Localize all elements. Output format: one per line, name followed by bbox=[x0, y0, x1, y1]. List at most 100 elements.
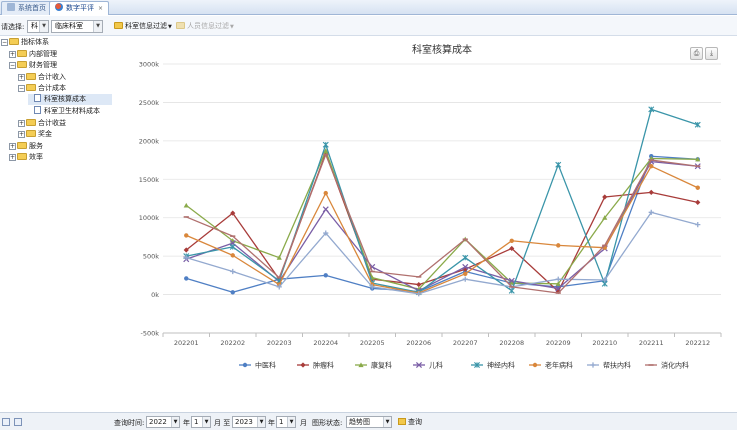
x-tick-label: 202205 bbox=[360, 339, 385, 347]
tree-node-income[interactable]: + 合计收入 bbox=[18, 72, 66, 83]
folder-icon bbox=[17, 153, 27, 160]
legend-marker bbox=[300, 362, 306, 368]
folder-icon bbox=[9, 38, 19, 45]
tree-node-efficiency[interactable]: + 效率 bbox=[9, 152, 43, 163]
year-unit-label: 年 bbox=[268, 419, 275, 427]
legend-label: 帮扶内科 bbox=[603, 361, 631, 370]
tree-node-service[interactable]: + 服务 bbox=[9, 141, 43, 152]
folder-icon bbox=[17, 142, 27, 149]
query-button-label: 查询 bbox=[408, 418, 422, 426]
collapse-icon[interactable]: − bbox=[18, 85, 25, 92]
end-year-select[interactable]: 2023 ▼ bbox=[232, 416, 266, 428]
folder-icon bbox=[26, 84, 36, 91]
expand-icon[interactable]: + bbox=[18, 120, 25, 127]
legend-marker bbox=[590, 362, 596, 368]
end-month-select[interactable]: 1 ▼ bbox=[276, 416, 296, 428]
x-tick-label: 202204 bbox=[313, 339, 338, 347]
data-point bbox=[509, 238, 514, 243]
line-chart: 科室核算成本 3000k 2500k 2000k 1500k 1000k 500k 0k -50… bbox=[139, 43, 722, 370]
chart-state-label: 图形状态: bbox=[312, 419, 343, 427]
tree-node-label: 效率 bbox=[29, 153, 43, 161]
legend-label: 中医科 bbox=[255, 361, 276, 370]
data-point bbox=[184, 233, 189, 238]
tree-node-cost-material[interactable]: 科室卫生材料成本 bbox=[34, 106, 100, 117]
folder-icon bbox=[17, 61, 27, 68]
tree-node-label: 服务 bbox=[29, 142, 43, 150]
y-tick-label: 0k bbox=[151, 291, 159, 299]
expand-icon[interactable]: + bbox=[9, 51, 16, 58]
indicator-tree: − 指标体系 + 内部管理 − 财务管理 + 合计收入 − 合计成本 科室核算成本 科室卫… bbox=[0, 37, 112, 407]
folder-icon bbox=[26, 119, 36, 126]
y-tick-label: 3000k bbox=[139, 61, 160, 69]
download-icon[interactable]: ⤓ bbox=[705, 47, 718, 60]
type-select-value: 科 bbox=[31, 22, 38, 30]
data-point bbox=[462, 254, 469, 261]
chart-state-select[interactable]: 趋势图 ▼ bbox=[346, 416, 392, 428]
y-tick-label: 2000k bbox=[139, 137, 160, 145]
data-point bbox=[648, 189, 654, 195]
x-tick-label: 202203 bbox=[267, 339, 292, 347]
expand-icon[interactable]: + bbox=[18, 74, 25, 81]
data-point bbox=[183, 202, 189, 208]
tree-node-bonus[interactable]: + 奖金 bbox=[18, 129, 52, 140]
data-point bbox=[602, 194, 608, 200]
document-icon bbox=[34, 94, 41, 102]
x-tick-label: 202212 bbox=[685, 339, 710, 347]
start-month-value: 1 bbox=[194, 418, 199, 426]
data-point bbox=[556, 243, 561, 248]
collapse-icon[interactable]: − bbox=[9, 62, 16, 69]
query-button[interactable]: 查询 bbox=[398, 417, 422, 427]
tab-home[interactable]: 系统首页 bbox=[1, 1, 52, 15]
tree-node-label: 内部管理 bbox=[29, 50, 57, 58]
tree-node-label: 合计成本 bbox=[38, 84, 66, 92]
select-label: 请选择: bbox=[1, 23, 25, 31]
chevron-down-icon: ▼ bbox=[168, 24, 172, 30]
close-icon[interactable]: × bbox=[98, 5, 103, 12]
grid-icon[interactable] bbox=[2, 418, 10, 426]
dept-filter-label: 科室信息过滤 bbox=[125, 22, 167, 30]
tree-node-label: 科室核算成本 bbox=[44, 95, 86, 103]
x-tick-label: 202211 bbox=[639, 339, 664, 347]
data-point bbox=[230, 268, 236, 275]
month-to-label: 月 至 bbox=[214, 419, 231, 427]
tab-digital-review-label: 数字平评 bbox=[66, 4, 94, 12]
chevron-down-icon: ▼ bbox=[287, 417, 295, 427]
type-select[interactable]: 科 ▼ bbox=[27, 20, 49, 33]
chevron-down-icon: ▼ bbox=[257, 417, 265, 427]
x-tick-label: 202202 bbox=[220, 339, 245, 347]
chart-panel: 科室核算成本 3000k 2500k 2000k 1500k 1000k 500k 0k -50… bbox=[113, 37, 737, 407]
tab-digital-review[interactable]: 数字平评 × bbox=[49, 1, 110, 15]
expand-icon[interactable]: + bbox=[9, 143, 16, 150]
tree-node-internal[interactable]: + 内部管理 bbox=[9, 49, 57, 60]
person-filter-button[interactable]: 人员信息过滤▼ bbox=[176, 21, 234, 32]
data-point bbox=[649, 164, 654, 169]
end-month-value: 1 bbox=[279, 418, 284, 426]
x-tick-label: 202207 bbox=[453, 339, 478, 347]
list-icon[interactable] bbox=[14, 418, 22, 426]
data-point bbox=[462, 276, 468, 282]
collapse-icon[interactable]: − bbox=[1, 39, 8, 46]
legend-label: 肿瘤科 bbox=[313, 361, 334, 370]
tree-node-cost-accounting[interactable]: 科室核算成本 bbox=[28, 94, 112, 105]
data-point bbox=[230, 290, 235, 295]
tree-node-cost[interactable]: − 合计成本 bbox=[18, 83, 66, 94]
print-icon[interactable]: ⎙ bbox=[690, 47, 703, 60]
expand-icon[interactable]: + bbox=[9, 154, 16, 161]
year-unit-label: 年 bbox=[183, 419, 190, 427]
start-month-select[interactable]: 1 ▼ bbox=[191, 416, 211, 428]
tree-node-finance[interactable]: − 财务管理 bbox=[9, 60, 57, 71]
data-point bbox=[323, 273, 328, 278]
filter-toolbar: 请选择: 科 ▼ 临床科室 ▼ 科室信息过滤▼ 人员信息过滤▼ bbox=[0, 16, 737, 36]
series-line bbox=[186, 160, 698, 292]
tab-home-label: 系统首页 bbox=[18, 4, 46, 12]
start-year-select[interactable]: 2022 ▼ bbox=[146, 416, 180, 428]
legend-label: 神经内科 bbox=[487, 361, 515, 370]
tree-node-surplus[interactable]: + 合计收益 bbox=[18, 118, 66, 129]
month-unit-label: 月 bbox=[300, 419, 307, 427]
tree-node-root[interactable]: − 指标体系 bbox=[1, 37, 49, 48]
data-point bbox=[323, 190, 328, 196]
data-point bbox=[322, 206, 329, 213]
dept-select[interactable]: 临床科室 ▼ bbox=[51, 20, 103, 33]
expand-icon[interactable]: + bbox=[18, 131, 25, 138]
dept-filter-button[interactable]: 科室信息过滤▼ bbox=[114, 21, 172, 32]
